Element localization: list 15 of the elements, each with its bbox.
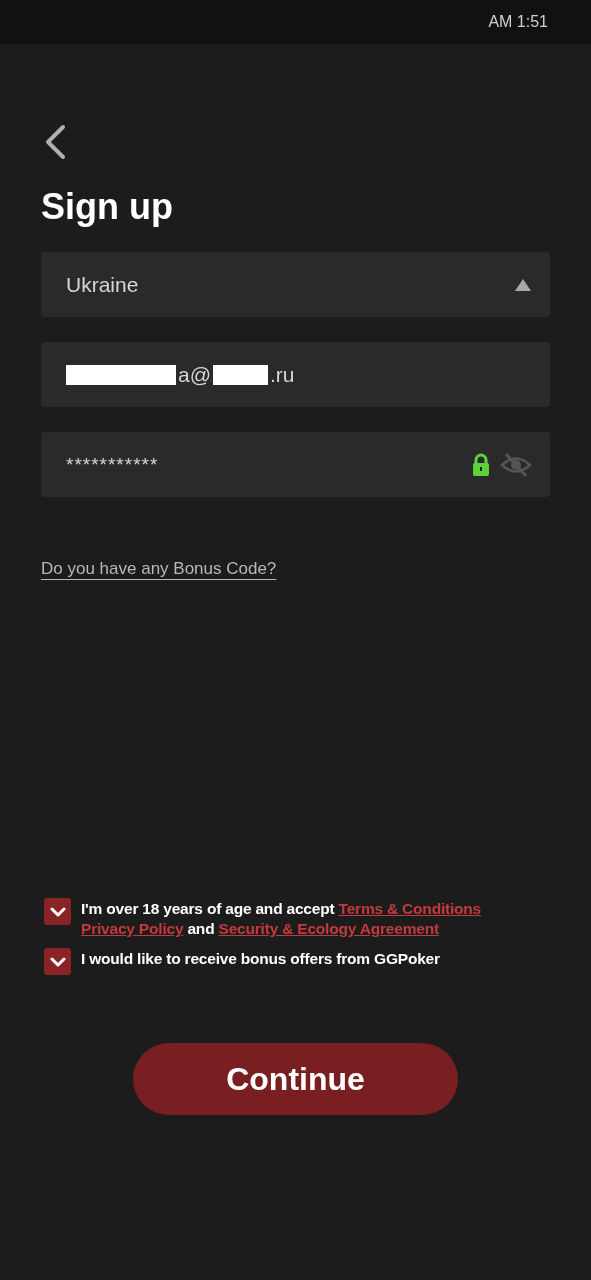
- agreement-text: I would like to receive bonus offers from GGPoker: [81, 949, 440, 969]
- continue-button[interactable]: Continue: [133, 1043, 458, 1115]
- check-icon: [49, 905, 66, 918]
- bonus-code-link[interactable]: Do you have any Bonus Code?: [41, 559, 277, 579]
- check-icon: [49, 955, 66, 968]
- checkbox[interactable]: [44, 898, 71, 925]
- status-time: AM 1:51: [488, 13, 548, 31]
- back-icon[interactable]: [43, 124, 67, 160]
- password-field[interactable]: ***********: [41, 432, 550, 497]
- page-title: Sign up: [41, 186, 174, 228]
- checkbox[interactable]: [44, 948, 71, 975]
- agreement-text: I'm over 18 years of age and accept Terms & Conditions Privacy Policy and Security & Ecology Agreement: [81, 899, 483, 939]
- redaction-mark: [213, 364, 268, 385]
- country-dropdown[interactable]: Ukraine: [41, 252, 550, 317]
- email-field[interactable]: a@ .ru: [41, 342, 550, 407]
